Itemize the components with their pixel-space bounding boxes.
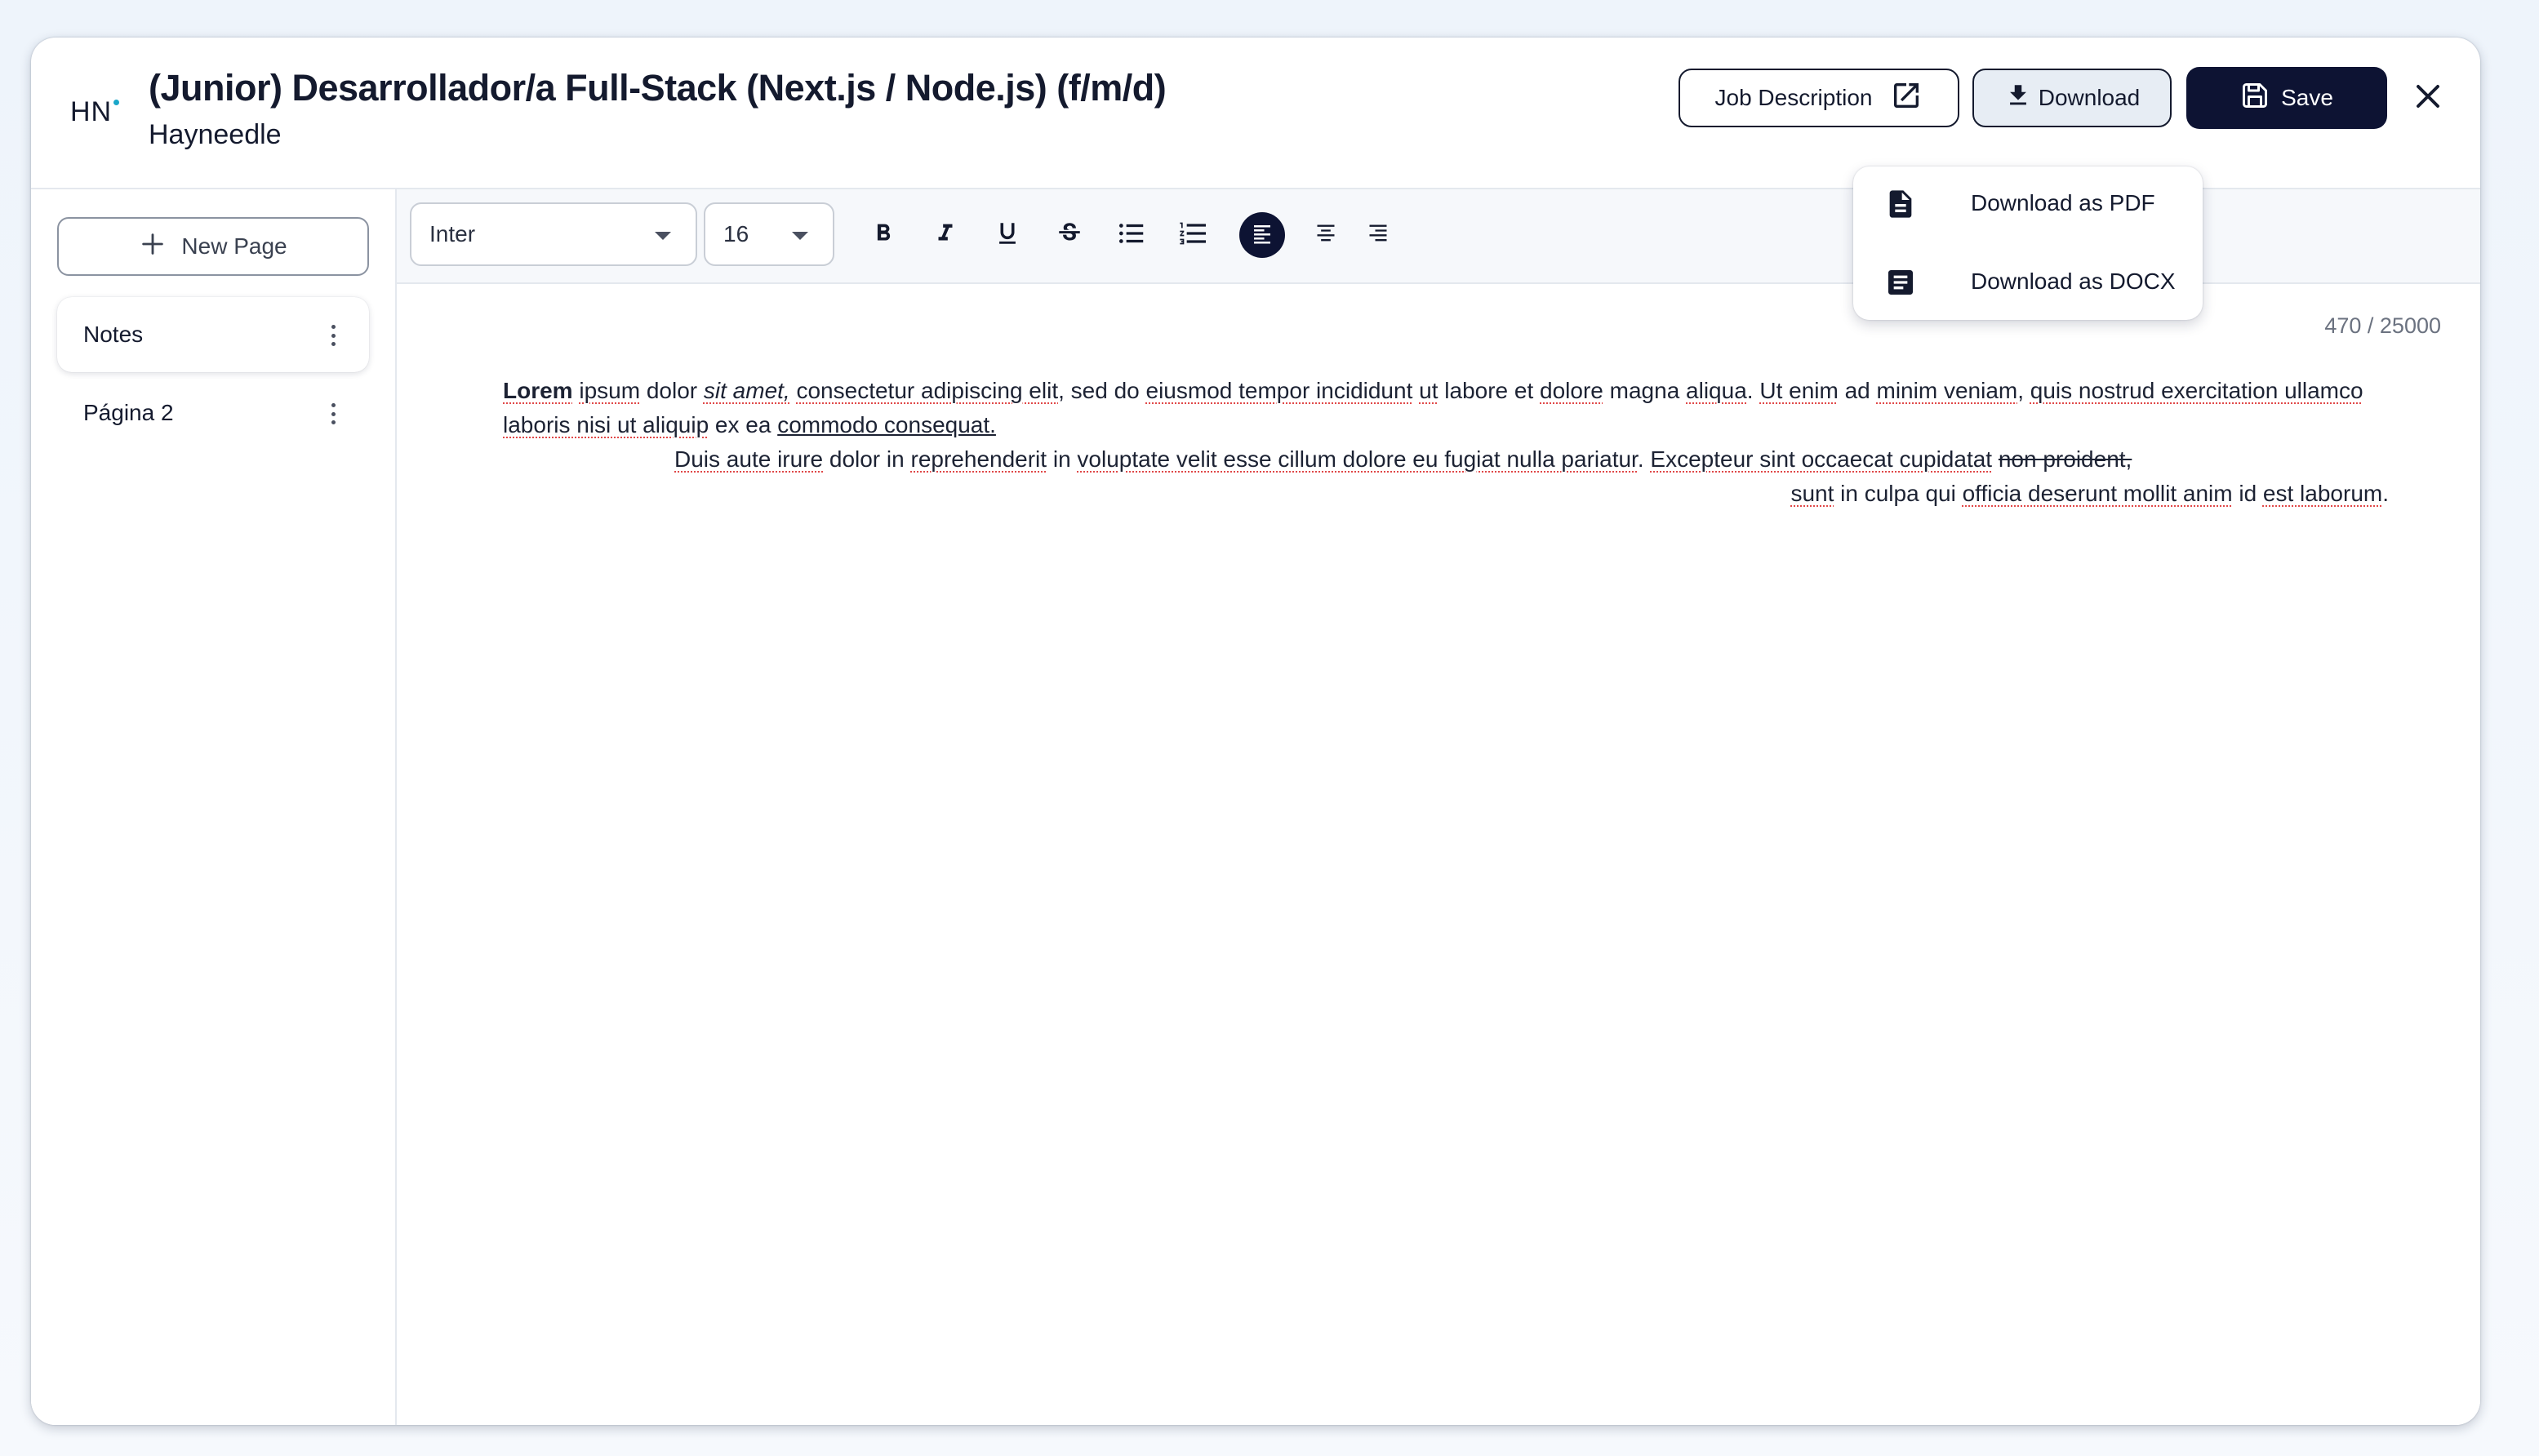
word: ipsum	[579, 378, 641, 403]
sidebar-page-notes[interactable]: Notes	[57, 297, 369, 372]
bold-button[interactable]	[865, 217, 901, 253]
job-description-button[interactable]: Job Description	[1679, 69, 1959, 127]
menu-item-label: Download as PDF	[1971, 190, 2155, 215]
text-span: ex ea	[709, 412, 778, 437]
paragraph-1: Lorem ipsum dolor sit amet, consectetur …	[503, 374, 2389, 442]
underline-button[interactable]	[989, 217, 1025, 253]
bold-icon	[869, 220, 897, 251]
word: Excepteur sint occaecat cupidatat	[1650, 446, 1993, 472]
text-span: labore et	[1438, 378, 1541, 403]
strikethrough-text: non proident,	[1998, 446, 2132, 472]
bullet-list-button[interactable]	[1114, 217, 1149, 253]
chevron-down-icon	[792, 232, 808, 240]
text-span: id	[2232, 481, 2263, 506]
align-center-button[interactable]	[1308, 217, 1344, 253]
word: reprehenderit	[910, 446, 1047, 472]
download-docx-item[interactable]: Download as DOCX	[1853, 245, 2203, 318]
italic-icon	[932, 220, 959, 251]
character-counter: 470 / 25000	[2324, 313, 2441, 338]
word: sunt	[1790, 481, 1834, 506]
text-span: in	[1047, 446, 1078, 472]
italic-text: sit amet,	[703, 378, 790, 403]
strikethrough-button[interactable]	[1052, 217, 1087, 253]
text-span: ,	[2017, 378, 2030, 403]
text-span: dolor	[640, 378, 704, 403]
editor-content[interactable]: Lorem ipsum dolor sit amet, consectetur …	[503, 374, 2389, 511]
numbered-list-icon	[1177, 217, 1210, 254]
chevron-down-icon	[655, 232, 671, 240]
text-span: dolor in	[823, 446, 911, 472]
align-left-button[interactable]	[1239, 212, 1285, 258]
more-vert-icon[interactable]	[330, 403, 336, 424]
strikethrough-icon	[1056, 220, 1083, 251]
word: est laborum	[2262, 481, 2383, 506]
text-span: , sed do	[1058, 378, 1146, 403]
pages-sidebar: New Page Notes Página 2	[31, 189, 397, 1425]
plus-icon	[139, 230, 167, 264]
download-icon	[2004, 82, 2032, 115]
font-size-select[interactable]: 16	[704, 202, 834, 266]
word: Ut enim	[1759, 378, 1839, 403]
italic-button[interactable]	[927, 217, 963, 253]
word: Duis aute irure	[674, 446, 824, 472]
numbered-list-button[interactable]	[1176, 217, 1212, 253]
word: consectetur adipiscing elit	[796, 378, 1059, 403]
logo-text: HN	[70, 96, 113, 127]
open-in-new-icon	[1890, 79, 1923, 118]
word: eiusmod tempor incididunt	[1145, 378, 1413, 403]
save-icon	[2240, 81, 2270, 116]
underlined-text: commodo consequat.	[777, 412, 996, 437]
download-label: Download	[2038, 85, 2141, 110]
font-size-value: 16	[723, 221, 749, 246]
text-span: in culpa qui	[1834, 481, 1963, 506]
job-description-label: Job Description	[1714, 85, 1873, 110]
more-vert-icon[interactable]	[330, 325, 336, 346]
text-span: magna	[1603, 378, 1687, 403]
word: ut	[1419, 378, 1438, 403]
menu-item-label: Download as DOCX	[1971, 269, 2176, 294]
text-span: .	[2382, 481, 2389, 506]
word: minim veniam	[1876, 378, 2018, 403]
save-label: Save	[2281, 85, 2333, 110]
paragraph-2: Duis aute irure dolor in reprehenderit i…	[503, 442, 2389, 477]
bullet-list-icon	[1116, 218, 1147, 253]
align-left-icon	[1250, 221, 1274, 250]
text-span	[1412, 378, 1419, 403]
word: aliqua	[1686, 378, 1747, 403]
download-button[interactable]: Download	[1972, 69, 2172, 127]
company-name: Hayneedle	[149, 119, 282, 150]
text-span	[1992, 446, 1999, 472]
page-label: Página 2	[83, 400, 174, 425]
close-button[interactable]	[2407, 77, 2449, 119]
align-center-icon	[1314, 222, 1337, 249]
font-family-select[interactable]: Inter	[410, 202, 697, 266]
word: officia deserunt mollit anim	[1962, 481, 2233, 506]
word: dolore	[1540, 378, 1603, 403]
text-editor[interactable]: 470 / 25000 Lorem ipsum dolor sit amet, …	[397, 284, 2480, 1425]
close-icon	[2413, 82, 2443, 115]
align-right-icon	[1367, 222, 1390, 249]
sidebar-page-pagina-2[interactable]: Página 2	[57, 375, 369, 451]
download-menu: Download as PDF Download as DOCX	[1853, 166, 2203, 320]
save-button[interactable]: Save	[2186, 67, 2387, 129]
word: voluptate velit esse cillum dolore eu fu…	[1077, 446, 1638, 472]
bold-text: Lorem	[503, 378, 573, 403]
paragraph-3: sunt in culpa qui officia deserunt molli…	[503, 477, 2389, 511]
underline-icon	[994, 220, 1021, 251]
download-pdf-item[interactable]: Download as PDF	[1853, 166, 2203, 240]
job-title: (Junior) Desarrollador/a Full-Stack (Nex…	[149, 67, 1167, 109]
logo-dot	[113, 100, 120, 105]
page-label: Notes	[83, 322, 144, 347]
text-span: .	[1746, 378, 1760, 403]
text-span: .	[1637, 446, 1651, 472]
new-page-label: New Page	[181, 233, 287, 259]
font-family-value: Inter	[429, 221, 476, 246]
align-right-button[interactable]	[1360, 217, 1396, 253]
file-document-icon	[1884, 188, 1917, 224]
text-span: ad	[1838, 378, 1877, 403]
new-page-button[interactable]: New Page	[57, 217, 369, 276]
editor-window: HN (Junior) Desarrollador/a Full-Stack (…	[31, 38, 2480, 1425]
document-text-icon	[1884, 266, 1917, 303]
company-logo: HN	[70, 96, 120, 128]
